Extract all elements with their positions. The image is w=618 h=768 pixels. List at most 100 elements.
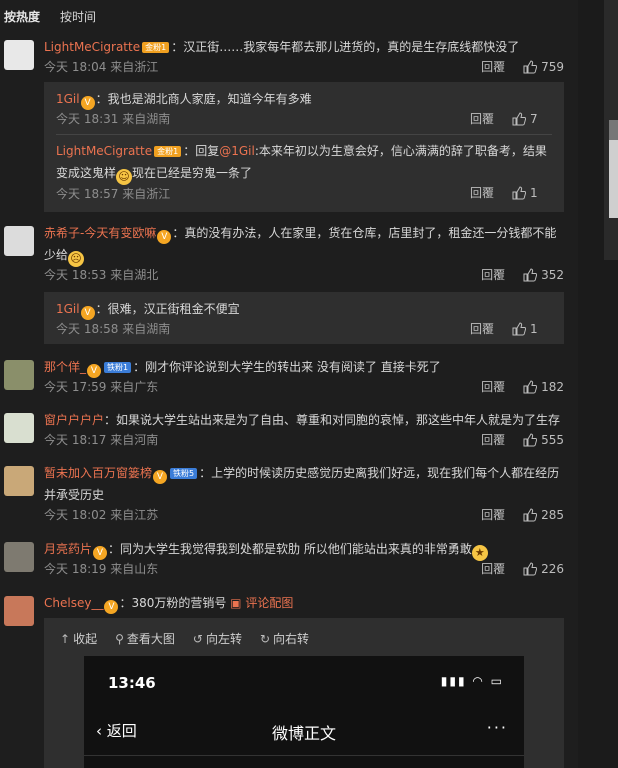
reply-button[interactable]: 回覆 xyxy=(481,506,505,523)
reply-button[interactable]: 回覆 xyxy=(470,184,494,201)
vip-icon: V xyxy=(157,230,172,244)
like-button[interactable]: 182 xyxy=(523,380,564,394)
more-icon: ··· xyxy=(486,718,508,737)
reply-button[interactable]: 回覆 xyxy=(481,266,505,283)
comment-meta: 今天 18:17 来自河南 xyxy=(44,433,159,447)
comment-location: 来自浙江 xyxy=(110,60,159,74)
avatar[interactable] xyxy=(4,466,34,496)
like-count: 759 xyxy=(541,59,564,74)
comment-text: LightMeCigratte 金粉1 ：汉正街……我家每年都去那儿进货的，真的是生… xyxy=(44,36,564,58)
comment-actions: 回覆 285 xyxy=(481,506,564,523)
rotate-left-icon: ↺ xyxy=(192,632,203,646)
comment-text: Chelsey__ V ：380万粉的营销号 ▣ 评论配图 xyxy=(44,592,564,614)
comment-meta: 今天 17:59 来自广东 xyxy=(44,380,159,394)
thumbs-up-icon xyxy=(523,267,538,282)
thumbs-up-icon xyxy=(512,321,526,336)
username-link[interactable]: 赤希子-今天有变欧嘛 xyxy=(44,226,156,240)
rotate-left-button[interactable]: ↺ 向左转 xyxy=(193,630,242,647)
like-button[interactable]: 759 xyxy=(523,60,564,74)
sort-tabs: 按热度 按时间 xyxy=(4,8,96,26)
like-button[interactable]: 352 xyxy=(523,268,564,282)
username-link[interactable]: 月亮药片 xyxy=(44,542,92,556)
username-link[interactable]: 暂未加入百万窗篓榜 xyxy=(44,466,152,480)
like-count: 1 xyxy=(530,321,538,336)
fan-badge: 铁粉5 xyxy=(170,468,198,479)
reply-button[interactable]: 回覆 xyxy=(481,58,505,75)
sidebar-thumbnail xyxy=(609,140,618,218)
phone-clock: 13:46 xyxy=(108,674,156,692)
username-link[interactable]: 1Gil xyxy=(56,92,80,106)
thumbs-up-icon xyxy=(523,59,538,74)
avatar[interactable] xyxy=(4,413,34,443)
reply-item: 1Gil V ：很难，汉正街租金不便宜 今天 18:58 来自湖南 回覆 1 xyxy=(56,298,552,337)
reply-actions: 回覆 1 xyxy=(470,184,552,201)
thumbs-up-icon xyxy=(523,507,538,522)
collapse-button[interactable]: ↑ 收起 xyxy=(60,630,97,647)
vip-icon: V xyxy=(80,306,95,320)
like-button[interactable]: 7 xyxy=(512,112,552,126)
tab-by-time[interactable]: 按时间 xyxy=(60,8,96,26)
fan-badge: 金粉1 xyxy=(154,146,182,157)
view-large-button[interactable]: ⚲ 查看大图 xyxy=(115,630,175,647)
comment-picture-link[interactable]: ▣ 评论配图 xyxy=(230,596,293,610)
like-button[interactable]: 555 xyxy=(523,433,564,447)
zoom-icon: ⚲ xyxy=(115,632,124,646)
like-button[interactable]: 285 xyxy=(523,508,564,522)
comment-actions: 回覆 759 xyxy=(481,58,564,75)
reply-body: 现在已经是穷鬼一条了 xyxy=(132,166,253,180)
reply-body: ：回复 xyxy=(183,144,220,158)
username-link[interactable]: 那个佯_ xyxy=(44,360,86,374)
phone-status-icons: ▮▮▮ ◠ ▭ xyxy=(440,674,504,688)
like-count: 555 xyxy=(541,432,564,447)
vip-icon: V xyxy=(80,96,95,110)
like-count: 182 xyxy=(541,379,564,394)
username-link[interactable]: LightMeCigratte xyxy=(44,40,140,54)
mention-link[interactable]: @1Gil xyxy=(219,144,255,158)
thumbs-up-icon xyxy=(512,185,526,200)
divider xyxy=(84,755,524,756)
username-link[interactable]: LightMeCigratte xyxy=(56,144,152,158)
reply-button[interactable]: 回覆 xyxy=(481,560,505,577)
comment-image-viewer: ↑ 收起 ⚲ 查看大图 ↺ 向左转 ↻ 向右转 13:46 ▮▮▮ ◠ ▭ ‹ 返回 微… xyxy=(44,618,564,768)
reply-actions: 回覆 7 xyxy=(470,110,552,127)
reply-panel: 1Gil V ：很难，汉正街租金不便宜 今天 18:58 来自湖南 回覆 1 xyxy=(44,292,564,344)
comment-feed: 按热度 按时间 LightMeCigratte 金粉1 ：汉正街……我家每年都去那儿… xyxy=(0,0,578,768)
username-link[interactable]: Chelsey__ xyxy=(44,596,103,610)
comment-time: 今天 18:04 xyxy=(44,60,107,74)
reply-button[interactable]: 回覆 xyxy=(470,320,494,337)
avatar[interactable] xyxy=(4,360,34,390)
comment-actions: 回覆 182 xyxy=(481,378,564,395)
avatar[interactable] xyxy=(4,542,34,572)
rotate-right-button[interactable]: ↻ 向右转 xyxy=(260,630,309,647)
rotate-right-icon: ↻ xyxy=(259,632,271,646)
tab-by-hot[interactable]: 按热度 xyxy=(4,8,40,26)
reply-body: ：很难，汉正街租金不便宜 xyxy=(95,302,240,316)
comment-actions: 回覆 555 xyxy=(481,431,564,448)
phone-page-title: 微博正文 xyxy=(271,724,336,743)
comment-meta: 今天 18:19 来自山东 xyxy=(44,562,159,576)
avatar[interactable] xyxy=(4,40,34,70)
like-button[interactable]: 226 xyxy=(523,562,564,576)
username-link[interactable]: 1Gil xyxy=(56,302,80,316)
collapse-icon: ↑ xyxy=(60,632,71,646)
like-count: 7 xyxy=(530,111,538,126)
reply-button[interactable]: 回覆 xyxy=(470,110,494,127)
avatar[interactable] xyxy=(4,226,34,256)
image-toolbar: ↑ 收起 ⚲ 查看大图 ↺ 向左转 ↻ 向右转 xyxy=(60,630,309,647)
screenshot-image[interactable]: 13:46 ▮▮▮ ◠ ▭ ‹ 返回 微博正文 ··· xyxy=(84,656,524,768)
thumbs-up-icon xyxy=(523,379,538,394)
vip-icon: V xyxy=(153,470,168,484)
reply-button[interactable]: 回覆 xyxy=(481,378,505,395)
comment-text: 暂未加入百万窗篓榜 V 铁粉5 ：上学的时候读历史感觉历史离我们好远，现在我们每个人都… xyxy=(44,462,564,506)
like-count: 352 xyxy=(541,267,564,282)
avatar[interactable] xyxy=(4,596,34,626)
like-count: 226 xyxy=(541,561,564,576)
emoji-icon: ☺ xyxy=(116,169,133,185)
comment-meta: 今天 18:53 来自湖北 xyxy=(44,268,159,282)
thumbs-up-icon xyxy=(523,432,538,447)
like-button[interactable]: 1 xyxy=(512,322,552,336)
username-link[interactable]: 窗户户户户 xyxy=(44,413,104,427)
picture-icon: ▣ xyxy=(230,596,242,610)
reply-button[interactable]: 回覆 xyxy=(481,431,505,448)
like-button[interactable]: 1 xyxy=(512,186,552,200)
